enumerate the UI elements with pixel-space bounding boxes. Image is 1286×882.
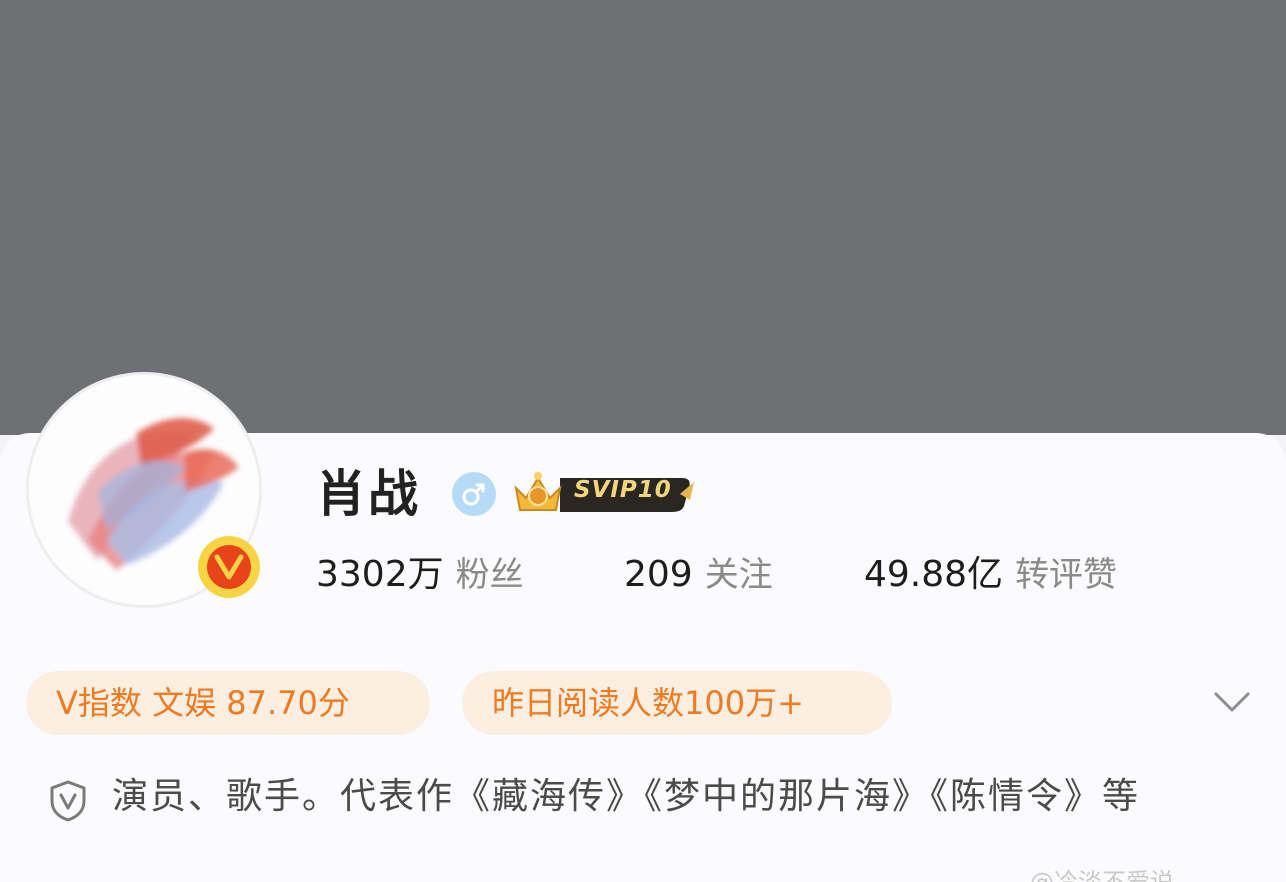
stat-value: 49.88亿 — [864, 554, 1004, 595]
shield-verified-icon — [50, 780, 86, 822]
verified-badge-icon[interactable] — [198, 536, 260, 598]
stat-interactions[interactable]: 49.88亿 转评赞 — [864, 550, 1117, 600]
watermark: @冷淡不爱说 — [1030, 868, 1174, 882]
yesterday-reads-tag[interactable]: 昨日阅读人数100万+ — [462, 671, 892, 735]
stat-label: 粉丝 — [455, 555, 524, 595]
stat-value: 3302万 — [316, 554, 444, 595]
stat-followers[interactable]: 3302万 粉丝 — [316, 550, 524, 600]
profile-cover[interactable] — [0, 0, 1286, 435]
v-index-tag[interactable]: V指数 文娱 87.70分 — [26, 671, 430, 735]
stat-following[interactable]: 209 关注 — [624, 550, 773, 600]
chevron-down-icon[interactable] — [1212, 688, 1252, 716]
stat-value: 209 — [624, 554, 693, 595]
profile-name: 肖战 — [316, 465, 420, 523]
stat-label: 关注 — [704, 555, 773, 595]
profile-bio: 演员、歌手。代表作《藏海传》《梦中的那片海》《陈情令》等 — [112, 776, 1141, 817]
stat-label: 转评赞 — [1015, 555, 1118, 595]
verified-badge-inner — [207, 545, 251, 589]
svip-level-label: SVIP10 — [574, 477, 672, 503]
male-gender-icon — [452, 472, 496, 516]
